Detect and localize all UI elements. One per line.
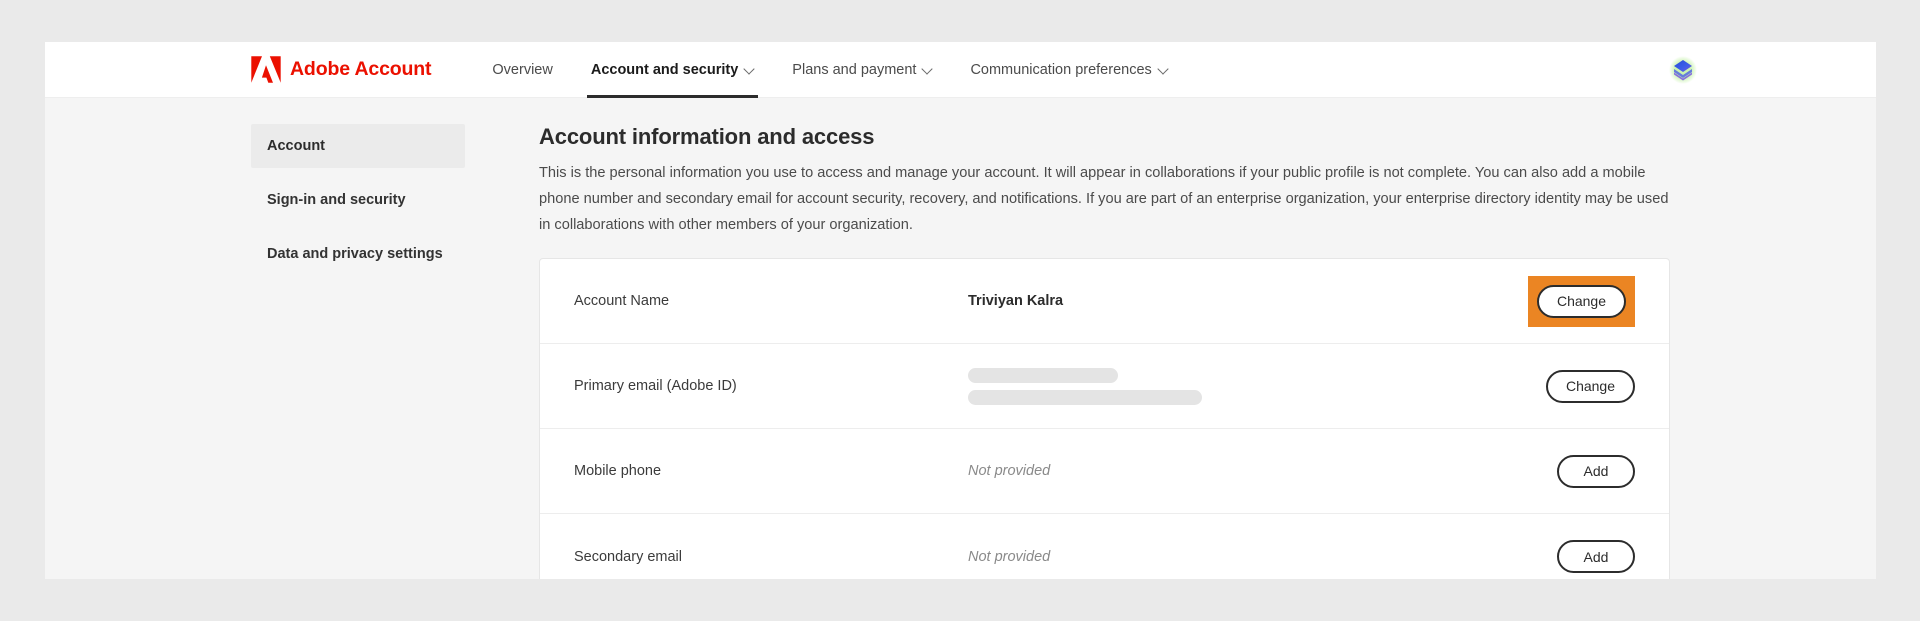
nav-item-overview-label: Overview [492,61,553,78]
nav-item-account-and-security[interactable]: Account and security [572,42,773,98]
focus-highlight-box: Change [1527,275,1635,327]
table-row: Primary email (Adobe ID) Change [540,344,1669,429]
row-value-primary-email [968,367,1546,405]
adobe-logo-icon [251,56,281,83]
nav-item-communication-preferences-label: Communication preferences [970,61,1152,78]
add-mobile-phone-button[interactable]: Add [1557,454,1635,488]
nav-item-account-and-security-label: Account and security [590,61,739,78]
row-label-secondary-email: Secondary email [574,548,682,565]
brand-logo-link[interactable]: Adobe Account [251,56,432,83]
avatar[interactable] [1668,55,1698,85]
nav-item-communication-preferences[interactable]: Communication preferences [951,42,1186,98]
change-primary-email-button[interactable]: Change [1545,369,1635,403]
sidebar-item-sign-in-and-security[interactable]: Sign-in and security [251,178,465,222]
nav-item-overview[interactable]: Overview [473,42,571,98]
main-panel: Account information and access This is t… [465,124,1876,579]
main-nav: Overview Account and security Plans and … [473,42,1186,98]
page-description: This is the personal information you use… [539,165,1669,233]
redacted-bar [968,389,1202,405]
table-row: Secondary email Not provided Add [540,514,1669,579]
account-information-card: Account Name Triviyan Kalra Change Prima… [539,258,1670,579]
top-navigation-bar: Adobe Account Overview Account and secur… [45,42,1876,98]
row-action-account-name: Change [1527,275,1635,327]
row-action-primary-email: Change [1545,369,1635,403]
row-action-mobile-phone: Add [1557,454,1635,488]
row-value-secondary-email: Not provided [968,548,1051,565]
row-label-account-name: Account Name [574,293,670,309]
nav-item-plans-and-payment-label: Plans and payment [792,61,917,78]
row-label-mobile-phone: Mobile phone [574,463,662,479]
chevron-down-icon [745,64,754,73]
brand-name: Adobe Account [290,58,432,80]
sidebar-item-data-and-privacy-settings[interactable]: Data and privacy settings [251,232,465,276]
row-value-mobile-phone: Not provided [968,463,1051,479]
sidebar-item-sign-in-and-security-label: Sign-in and security [267,192,406,208]
user-avatar-icon [1669,55,1697,84]
chevron-down-icon [923,64,932,73]
sidebar-item-data-and-privacy-settings-label: Data and privacy settings [267,246,443,262]
browser-page-frame: Adobe Account Overview Account and secur… [45,42,1876,579]
chevron-down-icon [1159,64,1168,73]
nav-item-plans-and-payment[interactable]: Plans and payment [773,42,951,98]
row-action-secondary-email: Add [1557,540,1635,573]
content-area: Account Sign-in and security Data and pr… [45,98,1876,579]
row-label-primary-email: Primary email (Adobe ID) [574,378,737,394]
table-row: Mobile phone Not provided Add [540,429,1669,514]
sidebar: Account Sign-in and security Data and pr… [251,124,465,579]
sidebar-item-account-label: Account [267,138,325,154]
change-account-name-button[interactable]: Change [1536,284,1626,318]
redacted-email-placeholder [968,367,1546,405]
row-value-account-name: Triviyan Kalra [968,293,1064,309]
redacted-bar [968,367,1118,383]
sidebar-item-account[interactable]: Account [251,124,465,168]
page-title: Account information and access [539,124,875,149]
add-secondary-email-button[interactable]: Add [1557,540,1635,573]
table-row: Account Name Triviyan Kalra Change [540,259,1669,344]
